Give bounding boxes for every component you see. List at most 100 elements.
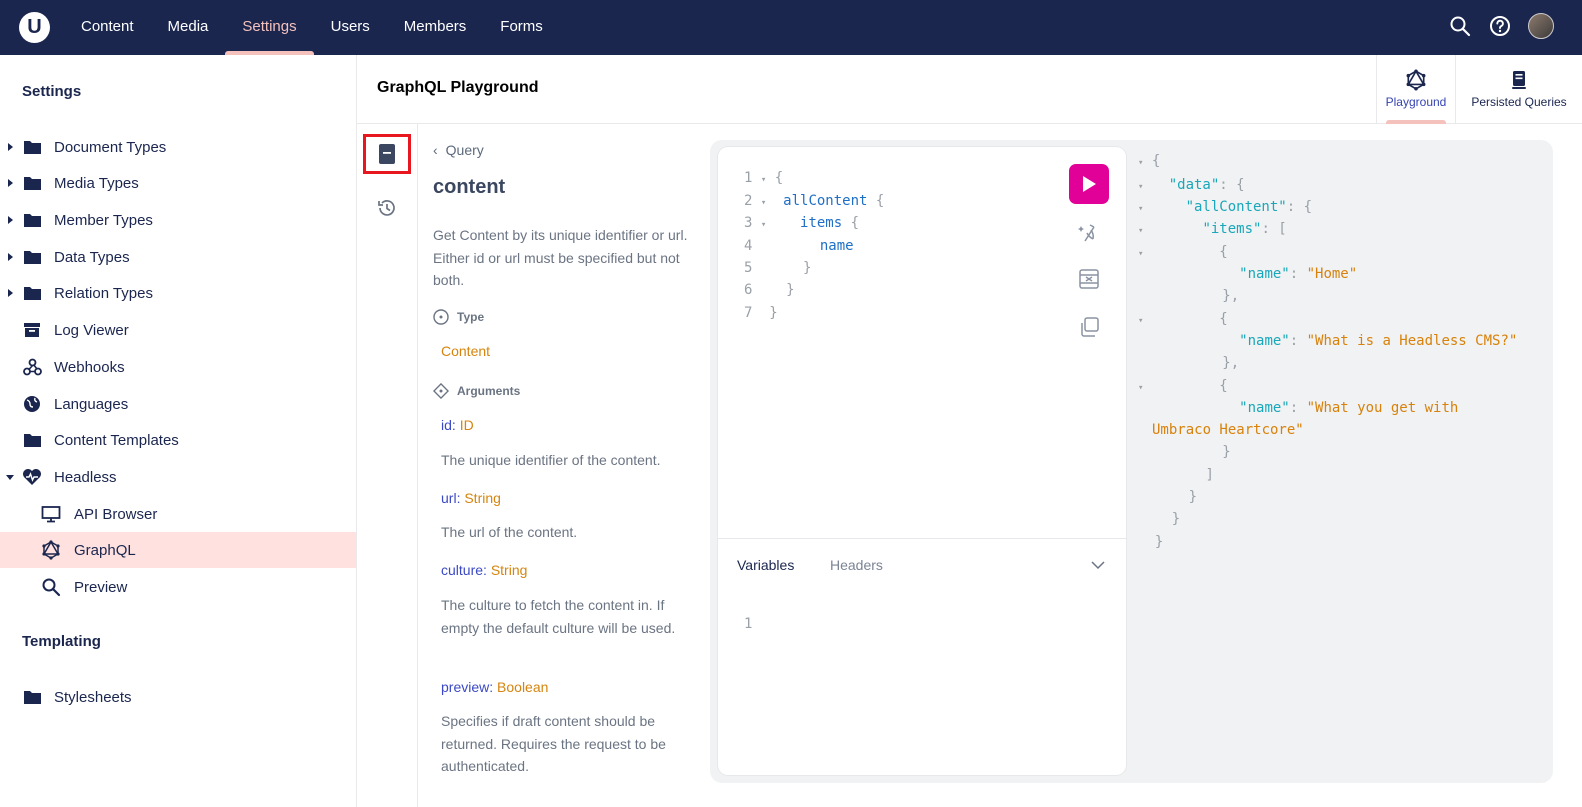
expand-caret-icon[interactable]	[8, 216, 13, 224]
collapse-caret-icon[interactable]	[6, 474, 14, 480]
argument-type[interactable]: Boolean	[497, 679, 548, 695]
tab-playground[interactable]: Playground	[1376, 55, 1455, 124]
tab-headers[interactable]: Headers	[830, 557, 883, 573]
history-icon	[378, 200, 395, 216]
code-line: 6 }	[744, 282, 795, 298]
code-line: 7 }	[744, 305, 778, 321]
doc-title: content	[433, 176, 506, 198]
expand-caret-icon[interactable]	[8, 253, 13, 261]
tree-item-log-viewer[interactable]: Log Viewer	[0, 312, 356, 348]
nav-forms[interactable]: Forms	[483, 0, 560, 55]
tree-item-label: Member Types	[54, 211, 153, 229]
argument-name[interactable]: id	[441, 417, 452, 433]
heart-icon	[22, 467, 42, 487]
argument-name[interactable]: url	[441, 490, 457, 506]
argument-name[interactable]: preview	[441, 679, 489, 695]
argument-preview: preview: Boolean	[441, 679, 549, 695]
type-heading-label: Type	[457, 310, 485, 324]
top-actions	[1448, 13, 1554, 39]
nav-settings[interactable]: Settings	[225, 0, 314, 55]
tab-variables[interactable]: Variables	[737, 557, 794, 573]
query-editor[interactable]: 1 ▾ { 2 ▾ allContent { 3 ▾ items { 4 nam…	[718, 147, 1126, 775]
type-icon	[433, 309, 449, 325]
tree-item-headless[interactable]: Headless	[0, 459, 356, 495]
argument-type[interactable]: String	[464, 490, 501, 506]
back-link[interactable]: ‹ Query	[433, 142, 484, 158]
type-heading: Type	[433, 309, 484, 325]
search-icon[interactable]	[1448, 14, 1472, 38]
docs-explorer-button[interactable]	[363, 134, 411, 174]
page-title: GraphQL Playground	[377, 79, 539, 96]
result-line: }	[1154, 534, 1164, 550]
history-button[interactable]	[363, 188, 411, 228]
tree-item-document-types[interactable]: Document Types	[0, 129, 356, 165]
tree-item-relation-types[interactable]: Relation Types	[0, 275, 356, 311]
argument-description: Specifies if draft content should be ret…	[441, 713, 666, 774]
result-line: ▾ {	[1138, 378, 1228, 394]
chevron-down-icon[interactable]	[1091, 560, 1105, 570]
tree-item-label: Media Types	[54, 174, 139, 192]
tree-item-preview[interactable]: Preview	[0, 569, 356, 605]
tab-persisted-queries[interactable]: Persisted Queries	[1455, 55, 1582, 124]
page-header: GraphQL Playground Playground Persisted …	[357, 55, 1582, 124]
result-line: ▾ "allContent": {	[1138, 199, 1313, 215]
tree-item-api-browser[interactable]: API Browser	[0, 496, 356, 532]
merge-fragments-icon[interactable]	[1077, 267, 1101, 291]
code-line: 3 ▾ items {	[744, 215, 860, 231]
tab-label: Playground	[1385, 95, 1447, 109]
tree-item-webhooks[interactable]: Webhooks	[0, 349, 356, 385]
nav-members[interactable]: Members	[387, 0, 484, 55]
run-query-button[interactable]	[1069, 164, 1109, 204]
book-icon	[379, 144, 395, 164]
code-line: 5 }	[744, 260, 812, 276]
tree-item-label: Relation Types	[54, 284, 153, 302]
folder-icon	[22, 687, 42, 707]
chevron-left-icon: ‹	[433, 142, 438, 158]
tree-item-label: Webhooks	[54, 358, 125, 376]
code-line: 4 name	[744, 238, 854, 254]
tree-item-label: Headless	[54, 468, 117, 486]
webhook-icon	[22, 357, 42, 377]
type-link[interactable]: Content	[441, 343, 490, 359]
result-line: ]	[1205, 467, 1214, 483]
argument-type[interactable]: ID	[460, 417, 474, 433]
expand-caret-icon[interactable]	[8, 143, 13, 151]
expand-caret-icon[interactable]	[8, 179, 13, 187]
folder-icon	[22, 173, 42, 193]
templating-heading: Templating	[22, 633, 101, 650]
result-line: },	[1222, 288, 1240, 304]
tree-item-content-templates[interactable]: Content Templates	[0, 422, 356, 458]
copy-icon[interactable]	[1077, 315, 1101, 339]
code-line: 1 ▾ {	[744, 170, 784, 186]
variables-editor[interactable]: 1	[744, 613, 752, 635]
nav-media[interactable]: Media	[151, 0, 226, 55]
argument-type[interactable]: String	[491, 562, 528, 578]
tree-item-data-types[interactable]: Data Types	[0, 239, 356, 275]
help-icon[interactable]	[1488, 14, 1512, 38]
nav-content[interactable]: Content	[64, 0, 151, 55]
prettify-icon[interactable]	[1077, 220, 1101, 244]
code-line: 2 ▾ allContent {	[744, 193, 885, 209]
tree-item-graphql[interactable]: GraphQL	[0, 532, 356, 568]
monitor-icon	[41, 504, 61, 524]
avatar[interactable]	[1528, 13, 1554, 39]
tree-item-label: Log Viewer	[54, 321, 129, 339]
result-line: ▾ "data": {	[1138, 177, 1245, 193]
expand-caret-icon[interactable]	[8, 289, 13, 297]
tree-item-languages[interactable]: Languages	[0, 386, 356, 422]
nav-users[interactable]: Users	[314, 0, 387, 55]
tree-item-member-types[interactable]: Member Types	[0, 202, 356, 238]
tree-item-stylesheets[interactable]: Stylesheets	[0, 679, 356, 715]
tree-item-label: API Browser	[74, 505, 158, 523]
tree-item-label: Languages	[54, 395, 129, 413]
umbraco-logo[interactable]: U	[19, 12, 50, 43]
tree-item-media-types[interactable]: Media Types	[0, 165, 356, 201]
result-line: Umbraco Heartcore"	[1152, 422, 1304, 438]
result-line: ▾ {	[1138, 153, 1161, 169]
argument-description: The culture to fetch the content in. If …	[441, 597, 676, 636]
argument-id: id: ID	[441, 417, 474, 433]
argument-name[interactable]: culture	[441, 562, 483, 578]
result-line: "name": "What you get with	[1239, 400, 1459, 416]
argument-url: url: String	[441, 490, 501, 506]
play-icon	[1083, 176, 1096, 192]
